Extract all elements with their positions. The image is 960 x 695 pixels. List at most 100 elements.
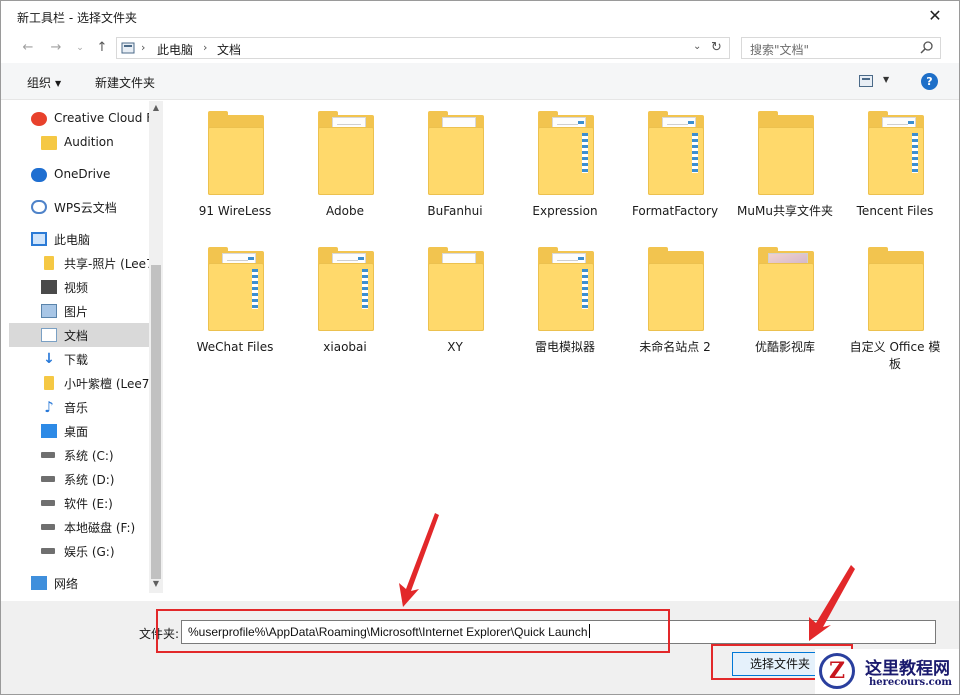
folder-item[interactable]: XY	[405, 237, 505, 367]
folder-item[interactable]: BuFanhui	[405, 101, 505, 231]
drive-icon	[41, 452, 55, 458]
wps-cloud-icon	[31, 200, 47, 214]
folder-item[interactable]: Adobe	[295, 101, 395, 231]
folder-name: Adobe	[326, 204, 364, 218]
address-dropdown-icon[interactable]: ⌄	[693, 41, 701, 52]
breadcrumb-documents[interactable]: 文档	[217, 41, 241, 58]
folder-icon	[208, 247, 264, 331]
scrollbar-thumb[interactable]	[151, 265, 161, 579]
watermark-url: herecours.com	[869, 677, 953, 688]
sidebar-item[interactable]: Creative Cloud F	[9, 107, 153, 131]
drive-icon	[41, 500, 55, 506]
address-bar[interactable]: › 此电脑 › 文档 ⌄ ↻	[116, 37, 730, 59]
folder-name: FormatFactory	[631, 204, 719, 218]
window-title: 新工具栏 - 选择文件夹	[17, 11, 137, 25]
sidebar-item[interactable]: 视频	[9, 275, 149, 299]
folder-item[interactable]: xiaobai	[295, 237, 395, 367]
sidebar-item[interactable]: 共享-照片 (Lee7	[9, 251, 154, 275]
sidebar-item-label: Creative Cloud F	[54, 111, 154, 125]
sidebar-item[interactable]: 系统 (D:)	[9, 467, 149, 491]
network-icon	[31, 576, 47, 590]
breadcrumb-separator-icon: ›	[141, 41, 146, 54]
search-box[interactable]: 搜索"文档"	[741, 37, 941, 59]
view-caret-down-icon[interactable]: ▼	[883, 75, 889, 84]
folder-item[interactable]: 自定义 Office 模板	[845, 237, 945, 371]
folder-icon	[318, 111, 374, 195]
sidebar-item[interactable]: 网络	[9, 571, 149, 593]
view-options-icon[interactable]	[859, 75, 873, 87]
folder-view: 91 WireLess Adobe BuFanhui Expression Format…	[165, 101, 951, 593]
sidebar-item[interactable]: ♪ 音乐	[9, 395, 149, 419]
folder-icon	[648, 247, 704, 331]
folder-item[interactable]: FormatFactory	[625, 101, 725, 231]
documents-icon	[41, 328, 57, 342]
search-icon[interactable]	[920, 40, 934, 56]
sidebar-item-label: 音乐	[64, 401, 89, 415]
sidebar-item-label: 娱乐 (G:)	[64, 545, 115, 559]
folder-item[interactable]: Tencent Files	[845, 101, 945, 231]
computer-icon	[31, 232, 47, 246]
sidebar-item[interactable]: 桌面	[9, 419, 149, 443]
folder-name: 自定义 Office 模板	[849, 340, 941, 371]
folder-item[interactable]: MuMu共享文件夹	[735, 101, 835, 231]
folder-item[interactable]: 优酷影视库	[735, 237, 835, 367]
folder-icon	[538, 247, 594, 331]
folder-item[interactable]: 雷电模拟器	[515, 237, 615, 367]
shared-folder-icon	[44, 376, 54, 390]
up-arrow-icon[interactable]: ↑	[93, 39, 111, 57]
folder-icon	[758, 247, 814, 331]
drive-icon	[41, 524, 55, 530]
sidebar-item[interactable]: WPS云文档	[9, 195, 149, 219]
annotation-arrow-path	[399, 513, 439, 607]
sidebar-item[interactable]: 软件 (E:)	[9, 491, 149, 515]
sidebar-item[interactable]: 娱乐 (G:)	[9, 539, 149, 563]
folder-name: WeChat Files	[196, 340, 274, 354]
sidebar-item-label: WPS云文档	[54, 201, 117, 215]
sidebar-item[interactable]: Audition	[9, 131, 149, 155]
sidebar-item[interactable]: ↓ 下载	[9, 347, 149, 371]
folder-icon	[868, 111, 924, 195]
annotation-box-path	[156, 609, 670, 653]
folder-icon	[428, 111, 484, 195]
sidebar-item-label: 软件 (E:)	[64, 497, 113, 511]
folder-item[interactable]: Expression	[515, 101, 615, 231]
sidebar-item-label: 桌面	[64, 425, 89, 439]
download-icon: ↓	[43, 351, 55, 367]
sidebar-item[interactable]: 此电脑	[9, 227, 149, 251]
site-watermark: Z 这里教程网 herecours.com	[815, 649, 959, 694]
address-folder-icon	[121, 42, 135, 54]
sidebar-item[interactable]: 小叶紫檀 (Lee77	[9, 371, 157, 395]
navigation-scrollbar[interactable]: ▲ ▼	[149, 101, 163, 593]
folder-name: BuFanhui	[427, 204, 483, 218]
pictures-icon	[41, 304, 57, 318]
caret-down-icon: ▼	[55, 79, 62, 88]
new-folder-button[interactable]: 新建文件夹	[95, 74, 155, 91]
close-icon[interactable]: ✕	[925, 6, 945, 26]
breadcrumb-this-pc[interactable]: 此电脑	[157, 41, 193, 58]
organize-menu[interactable]: 组织 ▼	[27, 74, 61, 91]
sidebar-item[interactable]: OneDrive	[9, 163, 149, 187]
folder-item[interactable]: 91 WireLess	[185, 101, 285, 231]
watermark-logo: Z	[819, 653, 855, 689]
recent-chevron-icon[interactable]: ⌄	[71, 39, 89, 57]
search-input[interactable]: 搜索"文档"	[750, 41, 809, 58]
back-arrow-icon[interactable]: ←	[19, 39, 37, 57]
sidebar-item[interactable]: 本地磁盘 (F:)	[9, 515, 149, 539]
breadcrumb-separator-icon: ›	[203, 41, 208, 54]
sidebar-item[interactable]: 系统 (C:)	[9, 443, 149, 467]
sidebar-item-label: 系统 (C:)	[64, 449, 114, 463]
folder-item[interactable]: 未命名站点 2	[625, 237, 725, 367]
sidebar-item[interactable]: 图片	[9, 299, 149, 323]
forward-arrow-icon[interactable]: →	[47, 39, 65, 57]
help-icon[interactable]: ?	[921, 73, 938, 90]
folder-name: 91 WireLess	[198, 204, 272, 218]
refresh-icon[interactable]: ↻	[711, 40, 722, 55]
sidebar-item[interactable]: 文档	[9, 323, 149, 347]
scroll-down-icon[interactable]: ▼	[151, 579, 161, 588]
scroll-up-icon[interactable]: ▲	[151, 103, 161, 112]
annotation-arrow-button	[809, 565, 855, 641]
folder-item[interactable]: WeChat Files	[185, 237, 285, 367]
folder-icon	[538, 111, 594, 195]
organize-label: 组织	[27, 76, 52, 90]
sidebar-item-label: 共享-照片 (Lee7	[64, 257, 154, 271]
